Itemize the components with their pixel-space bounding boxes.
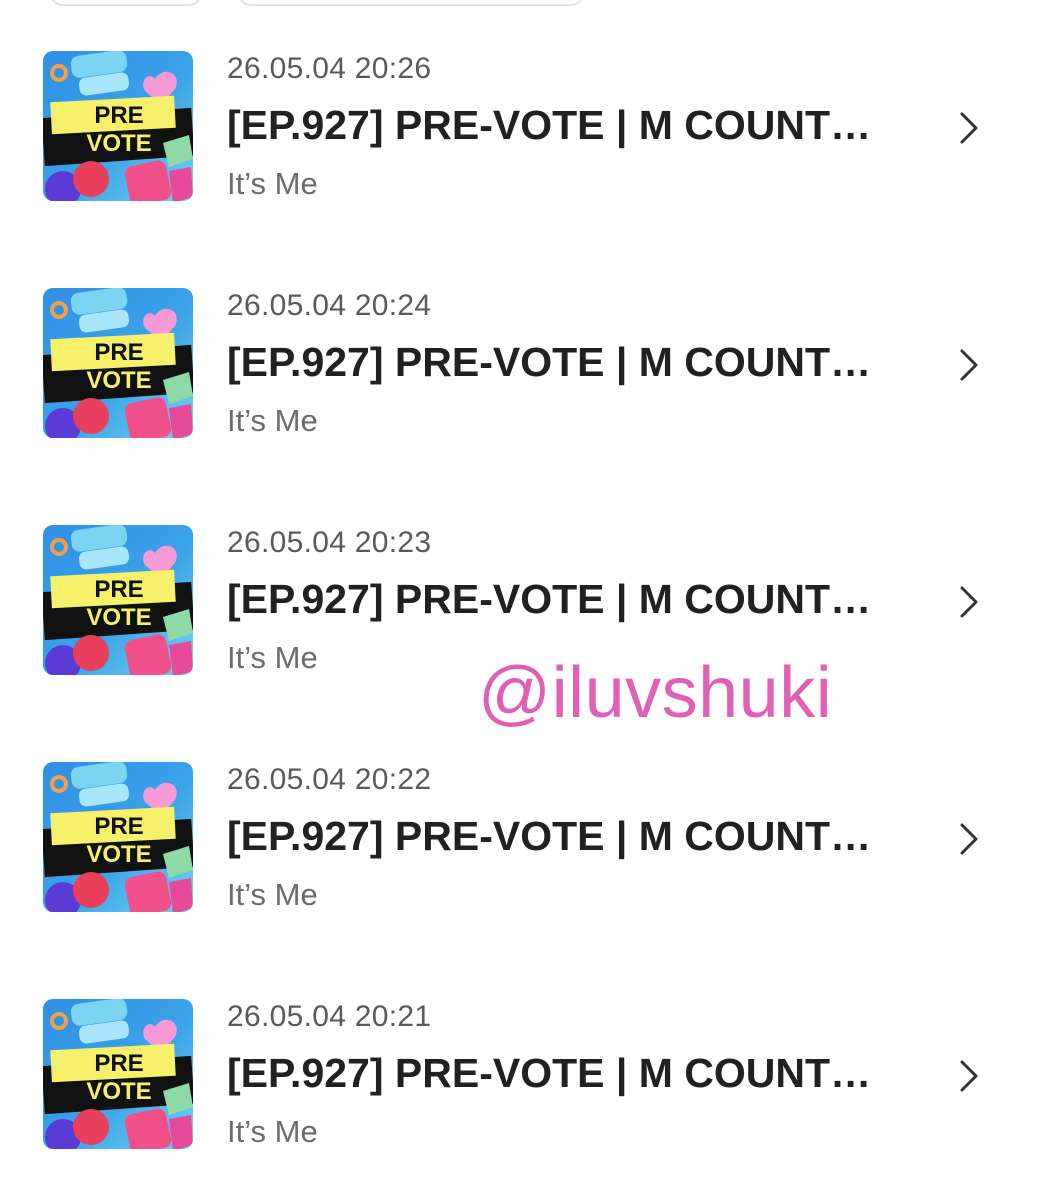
item-subtitle: It’s Me (227, 640, 318, 675)
thumb-text-pre: PRE (94, 102, 143, 129)
thumb-text-vote: VOTE (86, 1078, 151, 1105)
item-subtitle: It’s Me (227, 877, 318, 912)
chevron-right-icon[interactable] (950, 343, 986, 387)
item-title: [EP.927] PRE-VOTE | M COUNTDOWN (227, 813, 897, 859)
watermark-handle: @iluvshuki (478, 653, 833, 733)
thumb-text-pre: PRE (94, 813, 143, 840)
chevron-right-icon[interactable] (950, 106, 986, 150)
item-subtitle: It’s Me (227, 1114, 318, 1149)
list-item[interactable]: PRE VOTE 26.05.04 20:21 [EP.927] PRE-VOTE… (0, 996, 1049, 1196)
thumb-text-vote: VOTE (86, 604, 151, 631)
list-item[interactable]: PRE VOTE 26.05.04 20:22 [EP.927] PRE-VOTE… (0, 759, 1049, 959)
pre-vote-thumbnail: PRE VOTE (43, 762, 193, 912)
thumb-text-pre: PRE (94, 1050, 143, 1077)
chevron-right-icon[interactable] (950, 1054, 986, 1098)
thumb-text-pre: PRE (94, 339, 143, 366)
item-subtitle: It’s Me (227, 166, 318, 201)
item-date: 26.05.04 20:26 (227, 52, 432, 85)
list-item[interactable]: PRE VOTE 26.05.04 20:24 [EP.927] PRE-VOTE… (0, 285, 1049, 485)
top-filter-pill-2[interactable] (238, 0, 584, 6)
chevron-right-icon[interactable] (950, 580, 986, 624)
item-date: 26.05.04 20:21 (227, 1000, 432, 1033)
item-title: [EP.927] PRE-VOTE | M COUNTDOWN (227, 339, 897, 385)
item-title: [EP.927] PRE-VOTE | M COUNTDOWN (227, 576, 897, 622)
pre-vote-thumbnail: PRE VOTE (43, 525, 193, 675)
thumb-text-vote: VOTE (86, 130, 151, 157)
pre-vote-thumbnail: PRE VOTE (43, 999, 193, 1149)
top-filter-pill-1[interactable] (50, 0, 202, 6)
pre-vote-thumbnail: PRE VOTE (43, 51, 193, 201)
thumb-text-vote: VOTE (86, 841, 151, 868)
list-item[interactable]: PRE VOTE 26.05.04 20:26 [EP.927] PRE-VOTE… (0, 48, 1049, 248)
item-date: 26.05.04 20:24 (227, 289, 432, 322)
thumb-text-vote: VOTE (86, 367, 151, 394)
item-title: [EP.927] PRE-VOTE | M COUNTDOWN (227, 102, 897, 148)
item-title: [EP.927] PRE-VOTE | M COUNTDOWN (227, 1050, 897, 1096)
pre-vote-thumbnail: PRE VOTE (43, 288, 193, 438)
item-subtitle: It’s Me (227, 403, 318, 438)
item-date: 26.05.04 20:23 (227, 526, 432, 559)
chevron-right-icon[interactable] (950, 817, 986, 861)
thumb-text-pre: PRE (94, 576, 143, 603)
item-date: 26.05.04 20:22 (227, 763, 432, 796)
